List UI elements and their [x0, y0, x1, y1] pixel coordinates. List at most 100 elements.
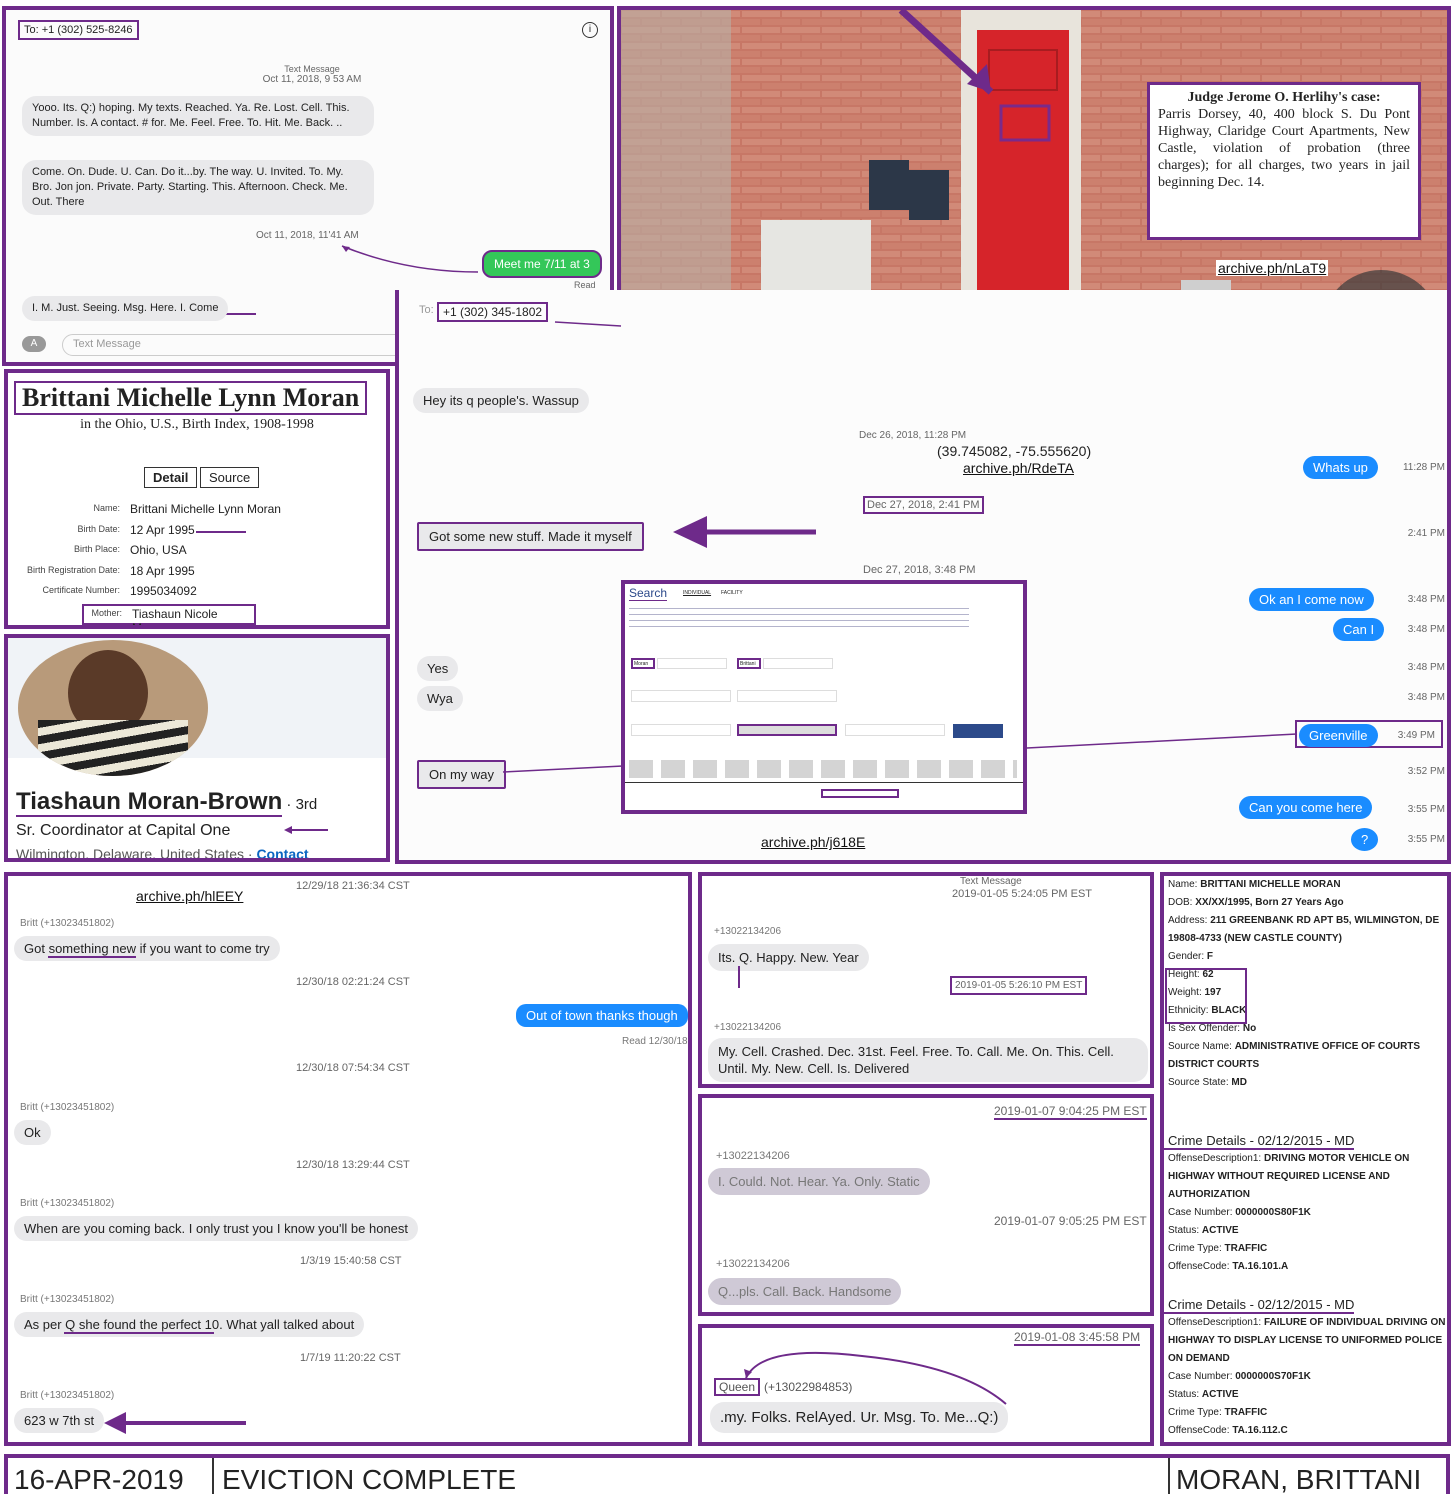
eviction-footer: 16-APR-2019 EVICTION COMPLETE MORAN, BRI… — [4, 1454, 1450, 1494]
record-value: Ohio, USA — [130, 543, 187, 558]
firstname-field[interactable]: Brittani — [737, 658, 761, 669]
record-line: Case Number: 0000000S70F1K — [1168, 1368, 1447, 1386]
clipping-title: Judge Jerome O. Herlihy's case: — [1187, 90, 1381, 105]
record-line: Case Number: 0000000S80F1K — [1168, 1204, 1447, 1222]
message-time: 12/30/18 07:54:34 CST — [296, 1062, 410, 1074]
annotation-arrow — [104, 1412, 246, 1434]
profile-title: Sr. Coordinator at Capital One — [16, 822, 231, 839]
records-panel: Name: BRITTANI MICHELLE MORAN DOB: XX/XX/… — [1160, 872, 1451, 1446]
imessage-panel-2: To: +1 (302) 345-1802 Hey its q people's… — [395, 290, 1451, 864]
record-key: Crime Type: — [1168, 1243, 1225, 1254]
detail-tab[interactable]: Detail — [144, 467, 198, 488]
sender-label: +13022134206 — [716, 1150, 790, 1162]
lastname-field[interactable]: Moran — [631, 658, 655, 669]
record-line: Address: 211 GREENBANK RD APT B5, WILMIN… — [1168, 912, 1447, 948]
record-key: Mother: — [91, 607, 122, 618]
record-key: Case Number: — [1168, 1207, 1236, 1218]
record-line: Status: ACTIVE — [1168, 1222, 1447, 1240]
record-key: Birth Date: — [77, 523, 120, 534]
tab-facility[interactable]: FACILITY — [721, 590, 743, 596]
record-line: Status: ACTIVE — [1168, 1386, 1447, 1404]
record-key: Source State: — [1168, 1077, 1232, 1088]
record-rows: Name: Brittani Michelle Lynn Moran Birth D… — [8, 501, 386, 625]
record-value: No — [1242, 1023, 1257, 1034]
sent-message: Out of town thanks though — [516, 1004, 688, 1027]
search-button[interactable] — [953, 724, 1003, 738]
archive-link[interactable]: archive.ph/j618E — [761, 834, 865, 850]
text-panel-newyear: Text Message 2019-01-05 5:24:05 PM EST +… — [698, 872, 1154, 1088]
record-key: Address: — [1168, 915, 1211, 926]
text-panel-static: 2019-01-07 9:04:25 PM EST +13022134206 I… — [698, 1094, 1154, 1316]
received-message: My. Cell. Crashed. Dec. 31st. Feel. Free… — [708, 1038, 1148, 1082]
archive-link[interactable]: archive.ph/hlEEY — [136, 888, 243, 904]
profile-location: Wilmington, Delaware, United States · — [16, 846, 257, 862]
record-key: OffenseCode: — [1168, 1261, 1233, 1272]
record-line: Crime Type: TRAFFIC — [1168, 1240, 1447, 1258]
message-header: Text Message — [960, 876, 1022, 887]
contact-link[interactable]: Contact — [256, 846, 308, 858]
record-value: BRITTANI MICHELLE MORAN — [1200, 879, 1341, 890]
record-value: TA.16.112.C — [1232, 1425, 1288, 1436]
record-key: Is Sex Offender: — [1168, 1023, 1243, 1034]
record-row: Name: Brittani Michelle Lynn Moran — [8, 501, 386, 522]
record-value: 12 Apr 1995 — [130, 522, 195, 537]
crime-title: Crime Details - 02/12/2015 - MD — [1164, 1133, 1355, 1150]
sender-label: Britt (+13023451802) — [20, 1294, 115, 1305]
message-date: 2019-01-05 5:26:10 PM EST — [950, 976, 1088, 995]
crime-details-2: Crime Details - 02/12/2015 - MD OffenseD… — [1164, 1296, 1447, 1440]
received-message: Q...pls. Call. Back. Handsome — [708, 1278, 902, 1305]
sender-label: Britt (+13023451802) — [20, 1102, 115, 1113]
sender-label: +13022134206 — [714, 1022, 782, 1033]
record-value: F — [1206, 951, 1214, 962]
record-line: Source State: MD — [1168, 1074, 1447, 1092]
chat-panel-britt: archive.ph/hlEEY 12/29/18 21:36:34 CST B… — [4, 872, 692, 1446]
record-key: Case Number: — [1168, 1371, 1236, 1382]
received-message: I. M. Just. Seeing. Msg. Here. I. Come — [22, 296, 229, 321]
source-tab[interactable]: Source — [200, 467, 260, 488]
record-name: Brittani Michelle Lynn Moran — [14, 381, 368, 415]
record-key: DOB: — [1168, 897, 1196, 908]
search-screenshot: Search INDIVIDUAL FACILITY Moran Brittan… — [621, 580, 1027, 814]
clipping-body: Parris Dorsey, 40, 400 block S. Du Pont … — [1158, 107, 1410, 190]
tab-individual[interactable]: INDIVIDUAL — [683, 590, 711, 596]
record-key: Certificate Number: — [42, 585, 120, 596]
message-date: 2019-01-05 5:24:05 PM EST — [952, 888, 1093, 900]
received-message: When are you coming back. I only trust y… — [14, 1216, 419, 1241]
text-input[interactable]: Text Message — [62, 334, 422, 356]
record-source: in the Ohio, U.S., Birth Index, 1908-199… — [80, 417, 314, 432]
received-message: I. Could. Not. Hear. Ya. Only. Static — [708, 1168, 930, 1195]
read-receipt: Read 12/30/18 — [622, 1036, 688, 1047]
eviction-status: EVICTION COMPLETE — [222, 1464, 517, 1494]
received-message: Its. Q. Happy. New. Year — [708, 944, 869, 971]
crime-details-1: Crime Details - 02/12/2015 - MD OffenseD… — [1164, 1132, 1447, 1276]
crime-title: Crime Details - 02/12/2015 - MD — [1164, 1297, 1355, 1314]
profile-name[interactable]: Tiashaun Moran-Brown — [16, 788, 283, 817]
sender-label: Britt (+13023451802) — [20, 918, 115, 929]
text-panel-queen: 2019-01-08 3:45:58 PM Queen (+1302298485… — [698, 1324, 1154, 1446]
record-value: ACTIVE — [1201, 1389, 1239, 1400]
record-value: Tiashaun Nicole Moran — [132, 606, 218, 629]
annotation-arrow — [284, 826, 328, 834]
record-key: Birth Registration Date: — [26, 564, 120, 575]
record-key: Status: — [1168, 1225, 1202, 1236]
record-value: MD — [1231, 1077, 1247, 1088]
archive-link[interactable]: archive.ph/nLaT9 — [1216, 260, 1329, 276]
record-line: Name: BRITTANI MICHELLE MORAN — [1168, 876, 1447, 894]
record-value: TA.16.101.A — [1232, 1261, 1289, 1272]
apps-button[interactable]: A — [22, 336, 46, 352]
sender-label: +13022134206 — [714, 926, 782, 937]
received-message: Ok — [14, 1120, 51, 1145]
record-key: Crime Type: — [1168, 1407, 1225, 1418]
message-time: 12/29/18 21:36:34 CST — [296, 880, 410, 892]
message-date: 2019-01-07 9:04:25 PM EST — [994, 1104, 1147, 1120]
sender-label: Britt (+13023451802) — [20, 1198, 115, 1209]
record-row: Birth Date: 12 Apr 1995 — [8, 522, 386, 543]
eviction-date: 16-APR-2019 — [14, 1464, 184, 1494]
message-time: 1/7/19 11:20:22 CST — [300, 1352, 401, 1364]
birth-index-panel: Brittani Michelle Lynn Moran in the Ohio… — [4, 369, 390, 629]
record-line: Source Name: ADMINISTRATIVE OFFICE OF CO… — [1168, 1038, 1447, 1074]
record-row: Certificate Number: 1995034092 — [8, 583, 386, 604]
record-value: 0000000S80F1K — [1235, 1207, 1311, 1218]
record-line: OffenseCode: TA.16.112.C — [1168, 1422, 1447, 1440]
record-line: OffenseDescription1: DRIVING MOTOR VEHIC… — [1168, 1150, 1447, 1204]
